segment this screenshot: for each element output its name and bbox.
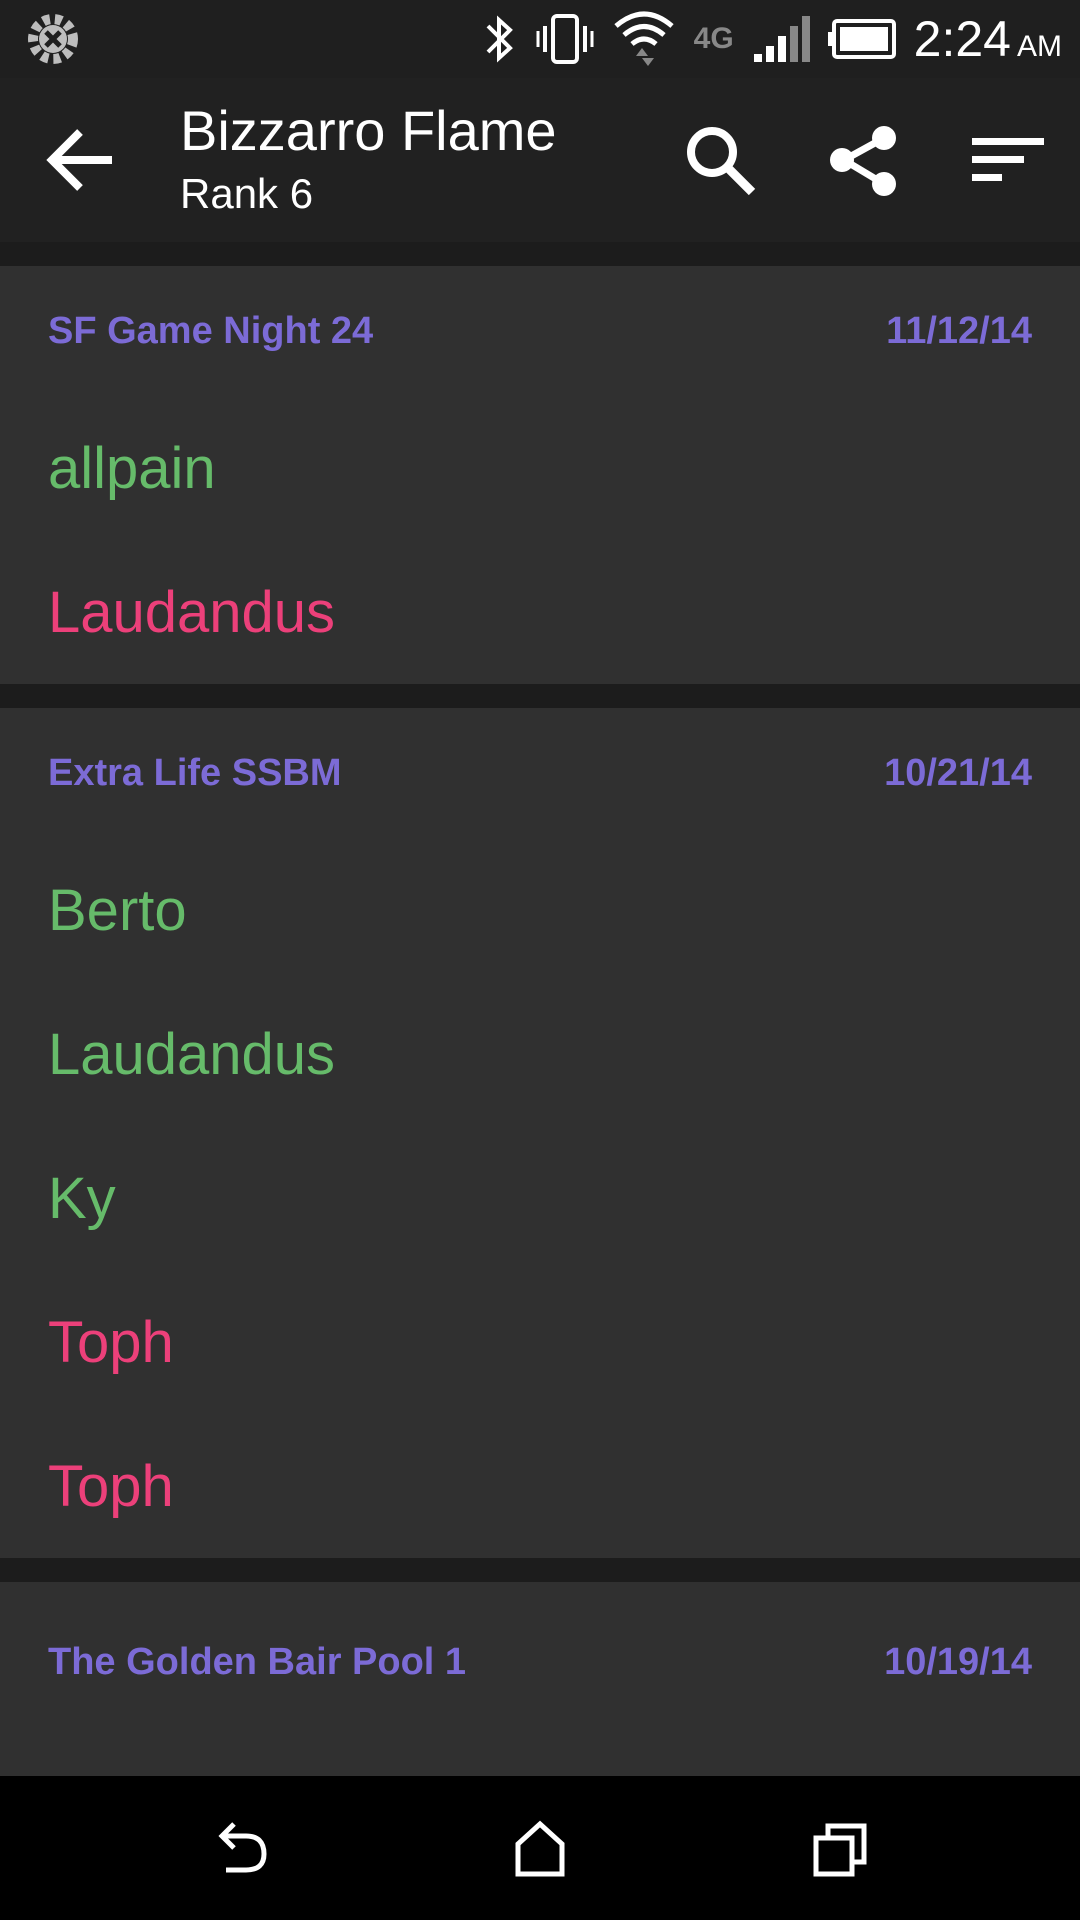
sort-icon[interactable] [966, 118, 1050, 202]
tournament-header[interactable]: SF Game Night 24 11/12/14 [48, 266, 1032, 396]
status-bar: 4G 2:24 AM [0, 0, 1080, 78]
tournament-name: Extra Life SSBM [48, 751, 342, 794]
search-icon[interactable] [678, 118, 762, 202]
clock: 2:24 AM [914, 10, 1062, 68]
match-row[interactable]: Toph [48, 1270, 1032, 1414]
clock-time: 2:24 [913, 11, 1011, 67]
bluetooth-icon [482, 12, 518, 66]
match-row[interactable]: Toph [48, 1414, 1032, 1558]
match-row[interactable]: Laudandus [48, 540, 1032, 684]
nav-recents-icon[interactable] [804, 1812, 876, 1884]
match-row[interactable]: Berto [48, 838, 1032, 982]
tournament-header[interactable]: Extra Life SSBM 10/21/14 [48, 708, 1032, 838]
back-arrow-icon[interactable] [40, 118, 124, 202]
network-type-label: 4G [693, 22, 734, 55]
match-row[interactable]: allpain [48, 396, 1032, 540]
match-row[interactable]: Ky [48, 1126, 1032, 1270]
nav-home-icon[interactable] [504, 1812, 576, 1884]
nav-back-icon[interactable] [204, 1812, 276, 1884]
tournament-date: 10/21/14 [884, 751, 1032, 794]
tournament-card: SF Game Night 24 11/12/14 allpain Laudan… [0, 266, 1080, 684]
page-subtitle: Rank 6 [180, 170, 314, 217]
tournament-date: 11/12/14 [886, 309, 1032, 352]
tournament-list[interactable]: SF Game Night 24 11/12/14 allpain Laudan… [0, 242, 1080, 1776]
settings-app-icon [24, 10, 82, 68]
signal-icon [752, 14, 810, 64]
match-row[interactable]: Laudandus [48, 982, 1032, 1126]
tournament-name: The Golden Bair Pool 1 [48, 1640, 467, 1683]
tournament-card: Extra Life SSBM 10/21/14 Berto Laudandus… [0, 708, 1080, 1558]
tournament-header[interactable]: The Golden Bair Pool 1 10/19/14 [48, 1582, 1032, 1742]
navigation-bar [0, 1776, 1080, 1920]
app-bar: Bizzarro Flame Rank 6 [0, 78, 1080, 242]
page-title: Bizzarro Flame [180, 99, 557, 162]
clock-ampm: AM [1017, 30, 1062, 63]
share-icon[interactable] [822, 118, 906, 202]
vibrate-icon [536, 12, 594, 66]
tournament-name: SF Game Night 24 [48, 309, 374, 352]
battery-icon [827, 19, 896, 59]
tournament-date: 10/19/14 [884, 1640, 1032, 1683]
wifi-icon [612, 8, 676, 70]
tournament-card: The Golden Bair Pool 1 10/19/14 [0, 1582, 1080, 1776]
